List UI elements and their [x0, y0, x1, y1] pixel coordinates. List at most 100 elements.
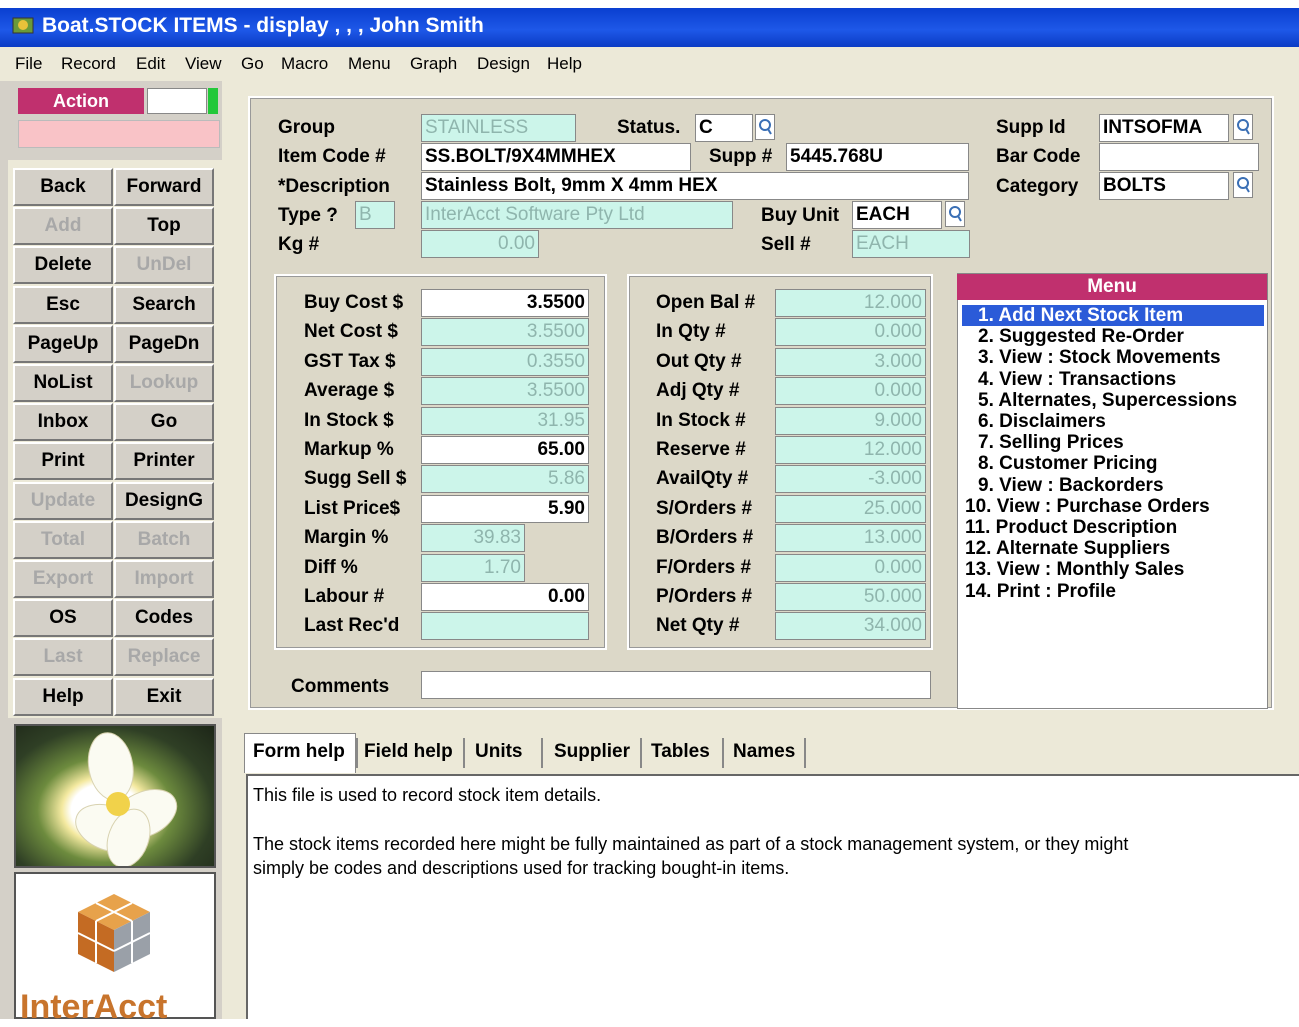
last-button[interactable]: Last [13, 638, 113, 677]
qty-field[interactable]: 12.000 [775, 289, 926, 317]
print-button[interactable]: Print [13, 442, 113, 481]
cost-field[interactable]: 3.5500 [421, 377, 589, 406]
qty-field[interactable]: 0.000 [775, 377, 926, 406]
exit-button[interactable]: Exit [114, 677, 214, 716]
sell-field[interactable]: EACH [852, 230, 970, 258]
menu-item[interactable]: 13. View : Monthly Sales [962, 559, 1184, 580]
codes-button[interactable]: Codes [114, 599, 214, 638]
menu-item[interactable]: 1. Add Next Stock Item [962, 305, 1264, 326]
top-button[interactable]: Top [114, 207, 214, 246]
supp-id-field[interactable]: INTSOFMA [1099, 114, 1229, 142]
cost-field[interactable]: 31.95 [421, 406, 589, 435]
replace-button[interactable]: Replace [114, 638, 214, 677]
menu-item[interactable]: 11. Product Description [962, 517, 1177, 538]
status-lookup-icon[interactable] [755, 114, 775, 140]
menu-item[interactable]: 2. Suggested Re-Order [962, 326, 1184, 347]
menu-design[interactable]: Design [477, 54, 530, 74]
cost-field[interactable]: 65.00 [421, 436, 589, 464]
menu-item[interactable]: 12. Alternate Suppliers [962, 538, 1170, 559]
search-button[interactable]: Search [114, 285, 214, 324]
buy-unit-lookup-icon[interactable] [945, 201, 965, 227]
menu-item[interactable]: 8. Customer Pricing [962, 453, 1158, 474]
inbox-button[interactable]: Inbox [13, 403, 113, 442]
description-field[interactable]: Stainless Bolt, 9mm X 4mm HEX [421, 172, 969, 200]
menu-item[interactable]: 10. View : Purchase Orders [962, 496, 1210, 517]
qty-field[interactable]: 50.000 [775, 583, 926, 611]
designg-button[interactable]: DesignG [114, 481, 214, 520]
add-button[interactable]: Add [13, 207, 113, 246]
status-field[interactable]: C [695, 114, 753, 142]
pagedn-button[interactable]: PageDn [114, 324, 214, 363]
qty-field[interactable]: -3.000 [775, 465, 926, 494]
cost-field[interactable]: 1.70 [421, 553, 525, 582]
buy-unit-field[interactable]: EACH [852, 201, 942, 229]
menu-record[interactable]: Record [61, 54, 116, 74]
batch-button[interactable]: Batch [114, 520, 214, 559]
menu-item[interactable]: 7. Selling Prices [962, 432, 1124, 453]
import-button[interactable]: Import [114, 560, 214, 598]
bar-code-field[interactable] [1099, 143, 1259, 171]
tab-units[interactable]: Units [475, 736, 523, 768]
menu-item[interactable]: 14. Print : Profile [962, 581, 1116, 602]
tab-form-help[interactable]: Form help [253, 736, 345, 768]
go-button[interactable]: Go [114, 403, 214, 442]
pageup-button[interactable]: PageUp [13, 324, 113, 363]
nolist-button[interactable]: NoList [13, 364, 113, 402]
category-lookup-icon[interactable] [1233, 172, 1253, 198]
kg-field[interactable]: 0.00 [421, 230, 539, 258]
menu-item[interactable]: 4. View : Transactions [962, 369, 1176, 390]
printer-button[interactable]: Printer [114, 442, 214, 481]
item-code-field[interactable]: SS.BOLT/9X4MMHEX [421, 143, 691, 171]
export-button[interactable]: Export [13, 560, 113, 598]
qty-field[interactable]: 0.000 [775, 553, 926, 582]
supp-no-field[interactable]: 5445.768U [786, 143, 969, 171]
menu-item[interactable]: 9. View : Backorders [962, 475, 1164, 496]
qty-field[interactable]: 9.000 [775, 406, 926, 435]
type-field[interactable]: B [355, 201, 395, 229]
menu-menu[interactable]: Menu [348, 54, 391, 74]
help-button[interactable]: Help [13, 677, 113, 716]
cost-field[interactable]: 0.00 [421, 583, 589, 611]
cost-field[interactable]: 39.83 [421, 524, 525, 553]
menu-go[interactable]: Go [241, 54, 264, 74]
qty-field[interactable]: 25.000 [775, 494, 926, 523]
update-button[interactable]: Update [13, 481, 113, 520]
qty-field[interactable]: 12.000 [775, 436, 926, 464]
menu-graph[interactable]: Graph [410, 54, 457, 74]
group-field[interactable]: STAINLESS [421, 114, 576, 142]
os-button[interactable]: OS [13, 599, 113, 638]
tab-tables[interactable]: Tables [651, 736, 710, 768]
back-button[interactable]: Back [13, 168, 113, 206]
menu-edit[interactable]: Edit [136, 54, 165, 74]
tab-field-help[interactable]: Field help [364, 736, 453, 768]
menu-help[interactable]: Help [547, 54, 582, 74]
supp-id-lookup-icon[interactable] [1233, 114, 1253, 140]
lookup-button[interactable]: Lookup [114, 364, 214, 402]
delete-button[interactable]: Delete [13, 246, 113, 285]
menu-view[interactable]: View [185, 54, 222, 74]
cost-field[interactable]: 3.5500 [421, 318, 589, 347]
forward-button[interactable]: Forward [114, 168, 214, 206]
menu-macro[interactable]: Macro [281, 54, 328, 74]
cost-field[interactable]: 5.90 [421, 494, 589, 523]
qty-field[interactable]: 0.000 [775, 318, 926, 347]
total-button[interactable]: Total [13, 520, 113, 559]
qty-field[interactable]: 34.000 [775, 612, 926, 641]
cost-field[interactable]: 3.5500 [421, 289, 589, 317]
help-text-area[interactable] [246, 774, 1299, 1019]
tab-names[interactable]: Names [733, 736, 795, 768]
category-field[interactable]: BOLTS [1099, 172, 1229, 200]
menu-file[interactable]: File [15, 54, 42, 74]
menu-item[interactable]: 3. View : Stock Movements [962, 347, 1221, 368]
cost-field[interactable]: 5.86 [421, 465, 589, 494]
undel-button[interactable]: UnDel [114, 246, 214, 285]
qty-field[interactable]: 3.000 [775, 347, 926, 376]
tab-supplier[interactable]: Supplier [554, 736, 630, 768]
qty-field[interactable]: 13.000 [775, 524, 926, 553]
cost-field[interactable]: 0.3550 [421, 347, 589, 376]
esc-button[interactable]: Esc [13, 285, 113, 324]
menu-item[interactable]: 5. Alternates, Supercessions [962, 390, 1237, 411]
action-input[interactable] [147, 88, 207, 114]
cost-field[interactable] [421, 612, 589, 641]
menu-item[interactable]: 6. Disclaimers [962, 411, 1106, 432]
